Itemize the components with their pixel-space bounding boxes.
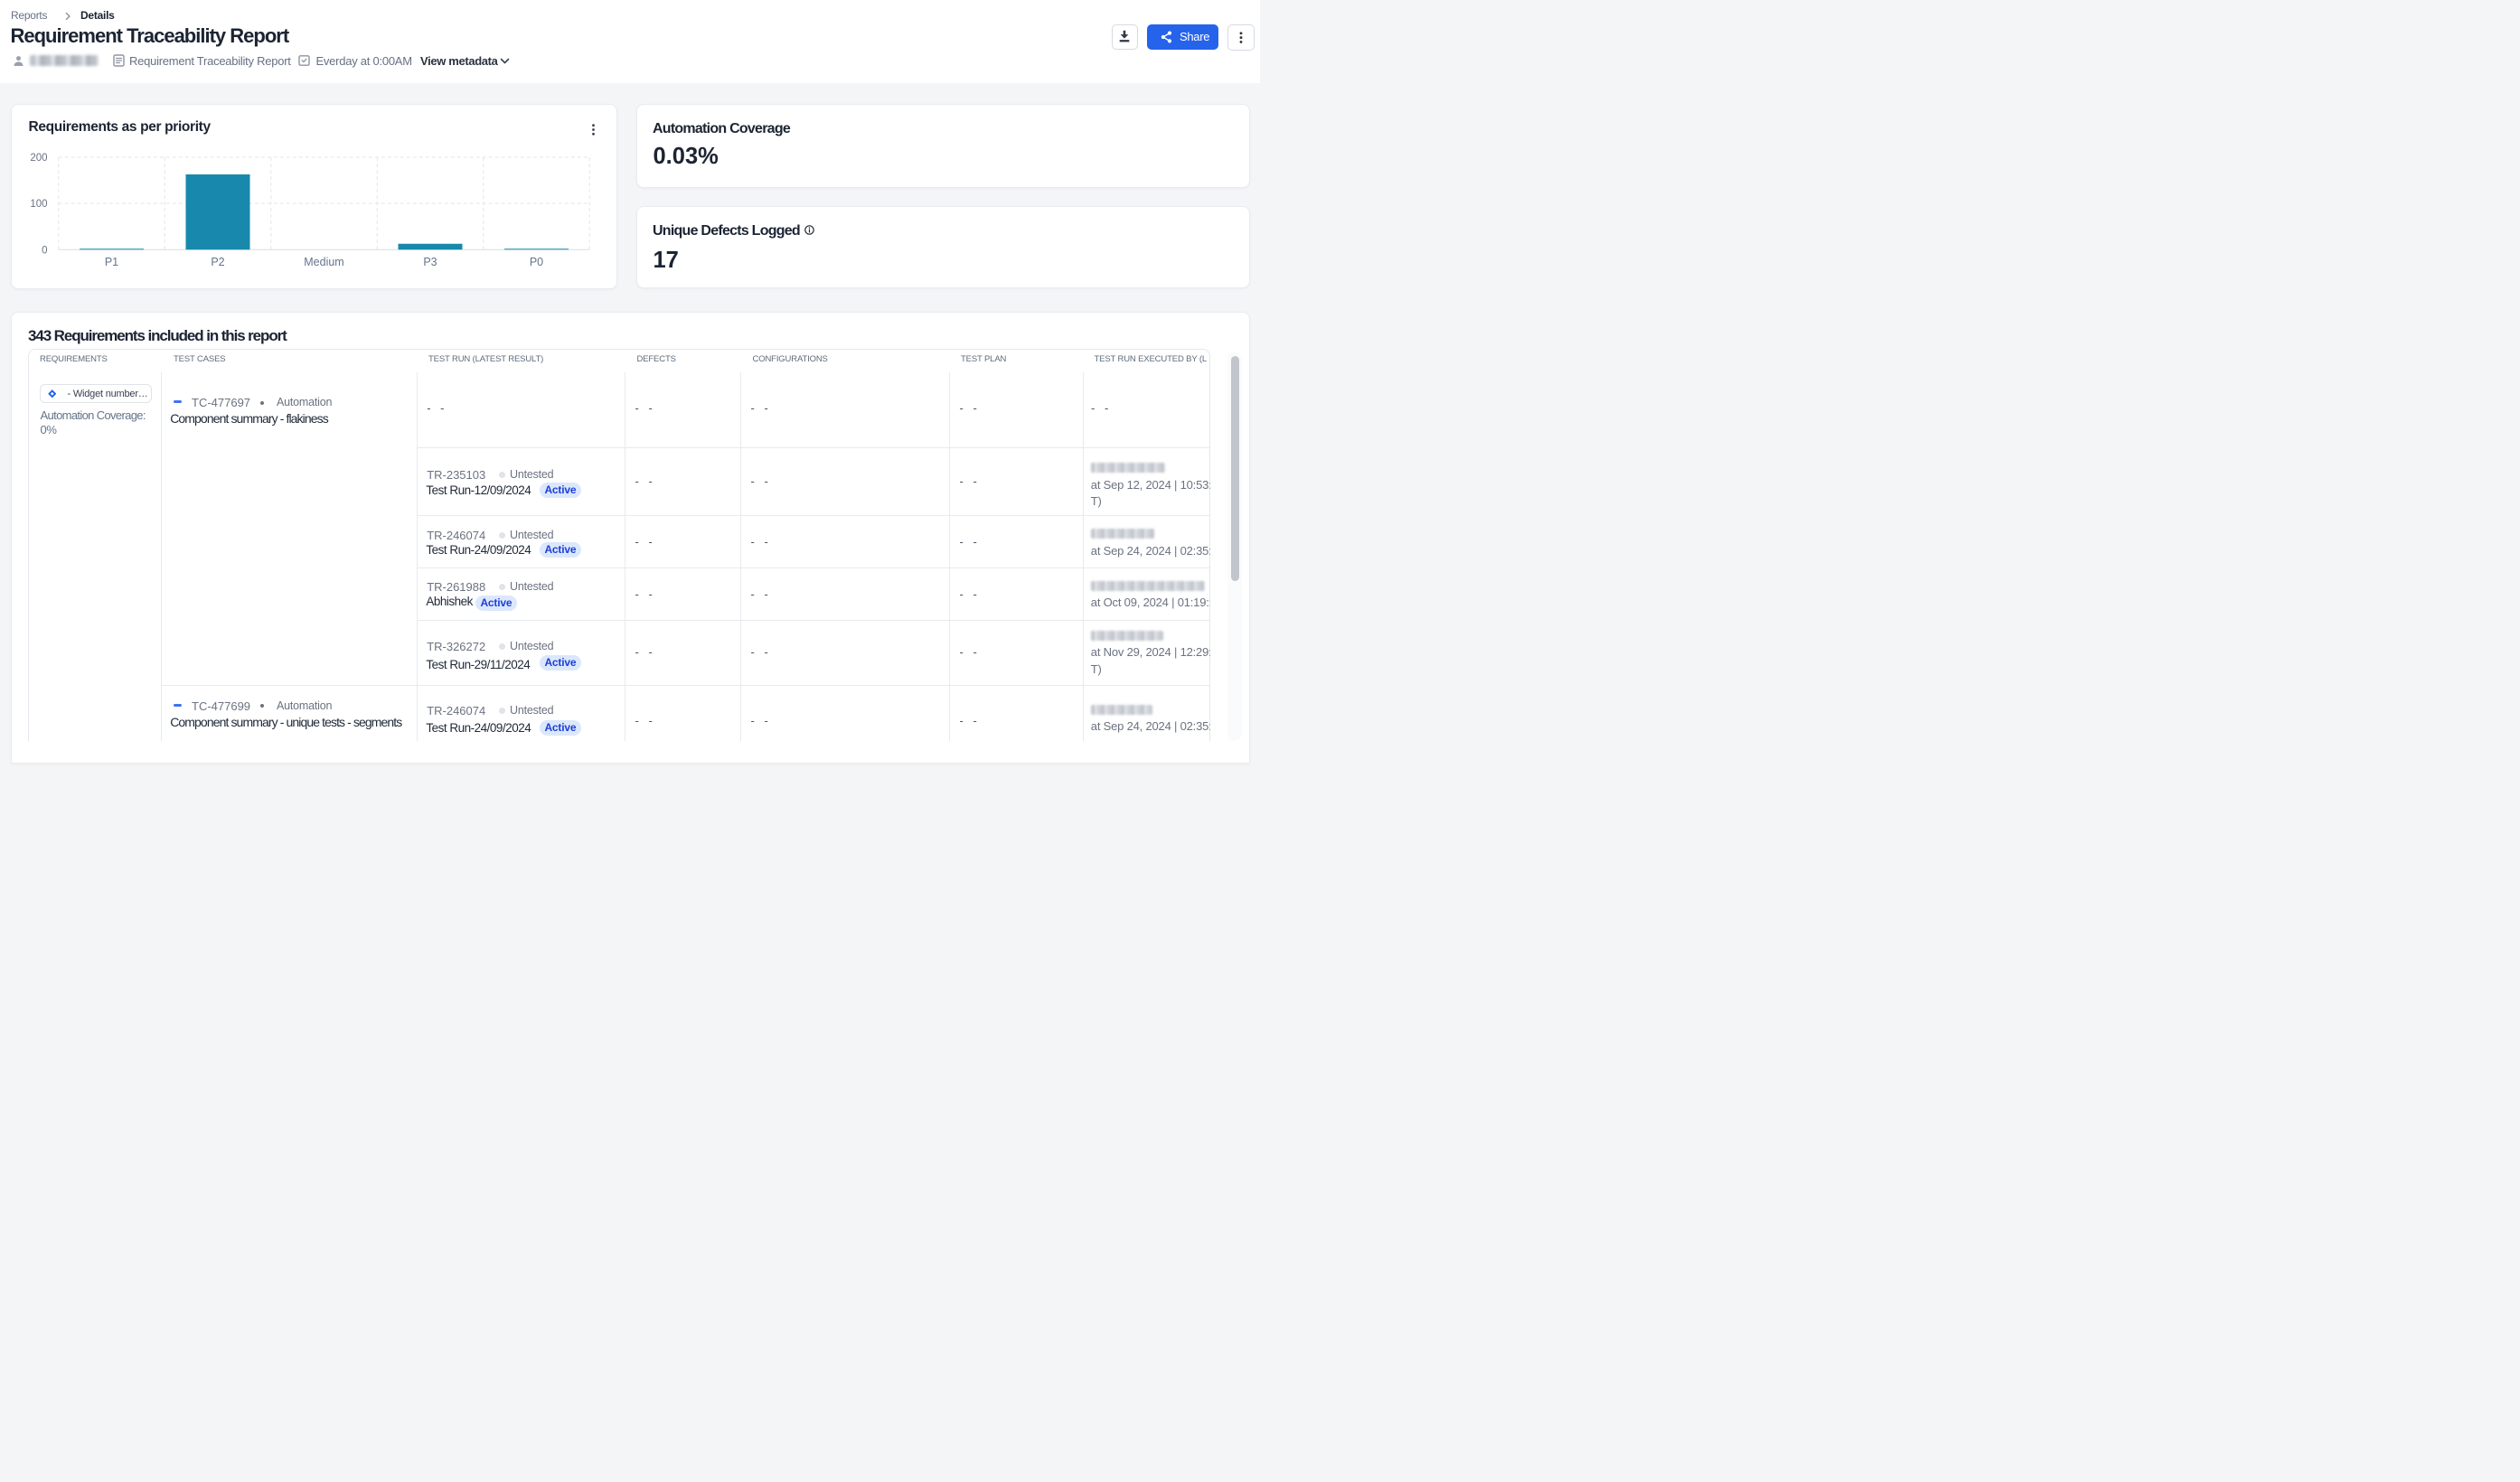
svg-text:0: 0 [42,245,47,256]
svg-text:P0: P0 [530,256,543,268]
svg-text:100: 100 [30,199,47,210]
svg-text:Medium: Medium [304,256,343,268]
svg-text:200: 200 [30,153,47,164]
svg-text:P1: P1 [105,256,118,268]
svg-text:P2: P2 [211,256,224,268]
svg-text:P3: P3 [423,256,437,268]
